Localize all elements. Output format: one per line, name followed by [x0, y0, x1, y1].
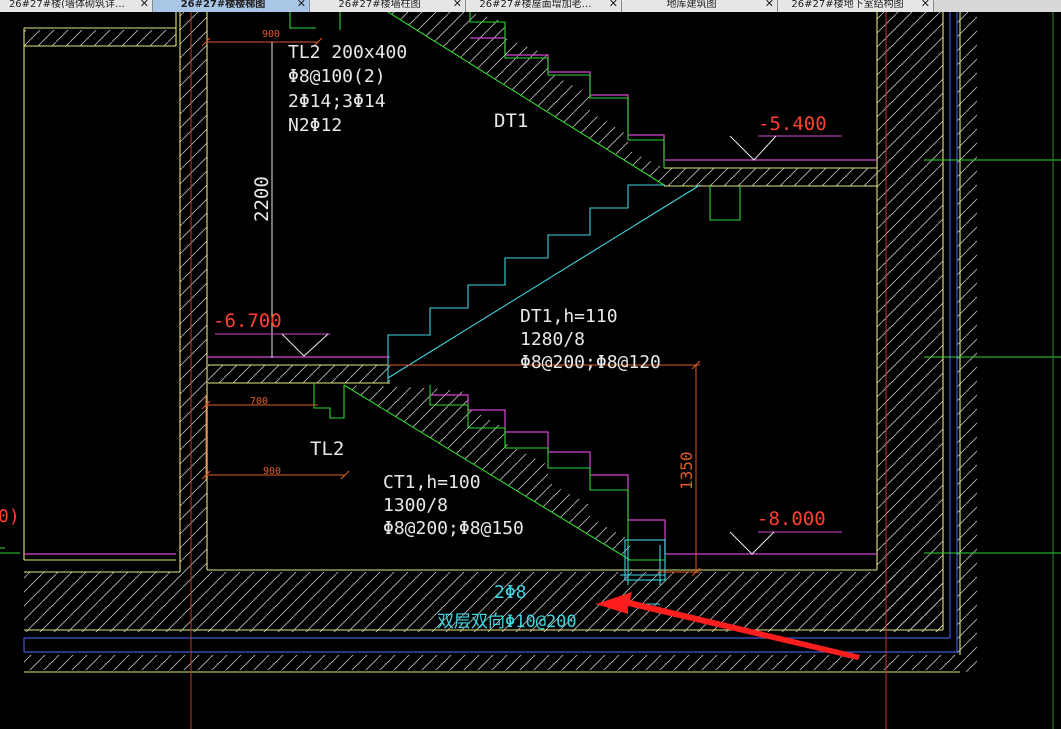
dim-top-width: 900 [262, 29, 280, 40]
beam-stirrup-label: Φ8@100(2) [288, 66, 386, 87]
stair-lower-steps: 1300/8 [383, 495, 448, 516]
tab-wall-column[interactable]: 26#27#楼墙柱图 ✕ [310, 0, 466, 12]
beam-mainbar-label: 2Φ14;3Φ14 [288, 91, 386, 112]
elevation-middle: -6.700 [213, 310, 282, 332]
tab-label: 26#27#楼墙柱图 [338, 0, 421, 10]
dimension-lines [201, 37, 701, 577]
tab-label: 地库建筑图 [666, 0, 717, 10]
dim-height-lower: 1350 [677, 451, 696, 490]
foundation-outline [23, 12, 958, 653]
stair-lower-spec: CT1,h=100 [383, 472, 481, 493]
dim-landing-700: 700 [250, 396, 268, 407]
tab-label: 26#27#楼地下室结构图 [791, 0, 904, 10]
close-icon[interactable]: ✕ [921, 0, 930, 9]
tab-roof[interactable]: 26#27#楼屋面增加老… ✕ [466, 0, 622, 12]
tab-label: 26#27#楼屋面增加老… [479, 0, 592, 10]
dim-landing-900: 900 [263, 466, 281, 477]
close-icon[interactable]: ✕ [609, 0, 618, 9]
cad-canvas[interactable]: 900 TL2 200x400 Φ8@100(2) 2Φ14;3Φ14 N2Φ1… [0, 12, 1061, 729]
stair-upper-rebar: Φ8@200;Φ8@120 [520, 352, 661, 373]
tab-garage-architecture[interactable]: 地库建筑图 ✕ [622, 0, 778, 12]
slab-bars-label: 2Φ8 [494, 582, 527, 603]
beam-tl2-label: TL2 [310, 438, 344, 460]
elevation-bottom: -8.000 [757, 508, 826, 530]
left-clipped-label: 0) [0, 506, 20, 527]
stair-upper-spec: DT1,h=110 [520, 306, 618, 327]
drawing-tab-bar: 26#27#楼(墙体砌筑详… ✕ 26#27#楼楼梯图 ✕ 26#27#楼墙柱图… [0, 0, 1061, 12]
tab-wall-masonry[interactable]: 26#27#楼(墙体砌筑详… ✕ [0, 0, 153, 12]
tab-label: 26#27#楼楼梯图 [180, 0, 266, 10]
dim-height-upper: 2200 [251, 176, 273, 222]
tab-basement-structure[interactable]: 26#27#楼地下室结构图 ✕ [778, 0, 934, 12]
close-icon[interactable]: ✕ [140, 0, 149, 9]
close-icon[interactable]: ✕ [765, 0, 774, 9]
stair-upper-steps: 1280/8 [520, 329, 585, 350]
stair-name-label: DT1 [494, 110, 528, 132]
tab-label: 26#27#楼(墙体砌筑详… [8, 0, 126, 10]
tab-stair-drawing[interactable]: 26#27#楼楼梯图 ✕ [153, 0, 310, 12]
beam-name-label: TL2 200x400 [288, 42, 407, 63]
stair-lower-rebar: Φ8@200;Φ8@150 [383, 518, 524, 539]
slab-mesh-label: 双层双向Φ10@200 [437, 612, 577, 632]
close-icon[interactable]: ✕ [453, 0, 462, 9]
close-icon[interactable]: ✕ [297, 0, 306, 9]
elevation-top: -5.400 [758, 113, 827, 135]
beam-sidebar-label: N2Φ12 [288, 115, 342, 136]
